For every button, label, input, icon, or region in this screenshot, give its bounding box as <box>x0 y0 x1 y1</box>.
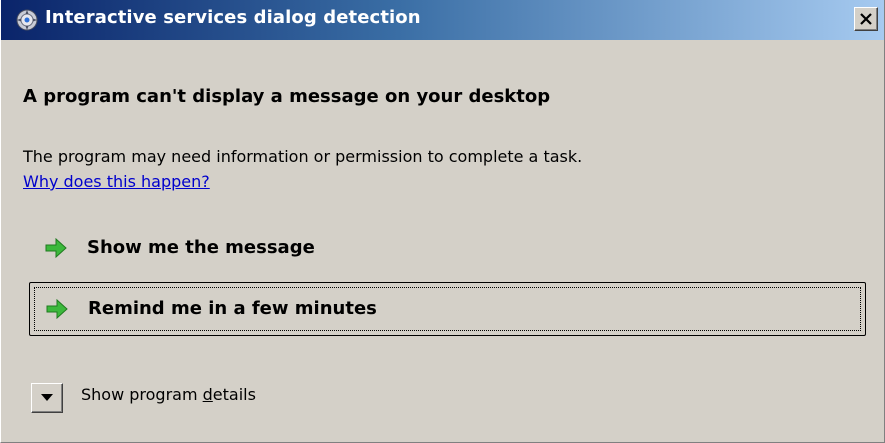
green-arrow-icon <box>46 298 68 320</box>
show-program-details-label[interactable]: Show program details <box>81 385 256 404</box>
dialog-window: Interactive services dialog detection A … <box>0 0 885 443</box>
dialog-heading: A program can't display a message on you… <box>23 86 551 107</box>
remind-later-label: Remind me in a few minutes <box>88 298 377 319</box>
services-gear-icon <box>15 8 39 32</box>
close-button[interactable] <box>854 7 878 31</box>
show-message-button[interactable]: Show me the message <box>29 222 866 276</box>
details-label-suffix: etails <box>212 385 256 404</box>
show-details-toggle-button[interactable] <box>31 383 63 413</box>
green-arrow-icon <box>45 237 67 259</box>
show-message-label: Show me the message <box>87 237 315 258</box>
details-label-prefix: Show program <box>81 385 203 404</box>
details-label-accelerator: d <box>202 385 213 404</box>
why-does-this-happen-link[interactable]: Why does this happen? <box>23 172 210 191</box>
chevron-down-icon <box>41 394 53 401</box>
close-icon <box>860 13 872 25</box>
remind-later-button[interactable]: Remind me in a few minutes <box>29 282 866 336</box>
window-title: Interactive services dialog detection <box>45 7 421 28</box>
title-bar[interactable]: Interactive services dialog detection <box>1 0 884 40</box>
dialog-description: The program may need information or perm… <box>23 147 583 166</box>
